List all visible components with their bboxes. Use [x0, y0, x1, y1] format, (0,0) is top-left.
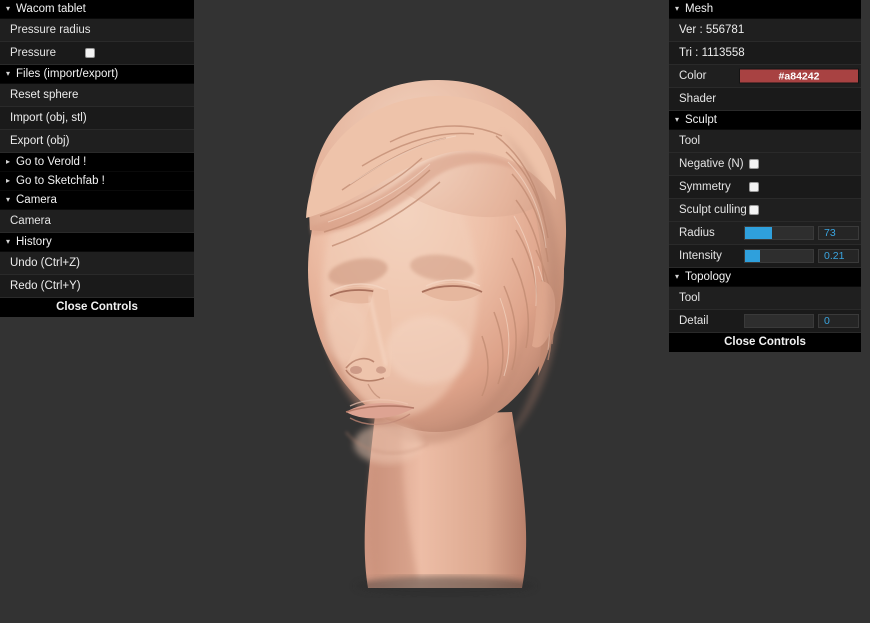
sculpted-head-model[interactable]	[250, 40, 630, 600]
section-header-mesh[interactable]: ▾Mesh	[669, 0, 861, 19]
row-intensity[interactable]: Intensity 0.21	[669, 245, 861, 268]
row-pressure[interactable]: Pressure	[0, 42, 194, 65]
group-camera: CameraPlane	[0, 210, 194, 233]
row-tri-1113558: Tri : 1113558	[669, 42, 861, 65]
row-ver-556781: Ver : 556781	[669, 19, 861, 42]
chevron-right-icon[interactable]: ▸	[6, 153, 15, 171]
section-title-files-import-export: Files (import/export)	[16, 68, 118, 80]
row-tool[interactable]: ToolDrag (8)	[669, 130, 861, 153]
group-wacom-tablet: Pressure radiusPressure	[0, 19, 194, 65]
row-radius[interactable]: Radius 73	[669, 222, 861, 245]
row-camera[interactable]: CameraPlane	[0, 210, 194, 233]
group-files-import-export: Reset sphereImport (obj, stl)Export (obj…	[0, 84, 194, 153]
row-label-import-obj-stl: Import (obj, stl)	[10, 107, 87, 129]
button-redo-ctrl-y[interactable]: Redo (Ctrl+Y)	[0, 275, 194, 298]
right-controls-panel[interactable]: ▾MeshVer : 556781Tri : 1113558Color#a842…	[669, 0, 861, 352]
group-sculpt: ToolDrag (8)	[669, 130, 861, 153]
row-label-symmetry: Symmetry	[679, 176, 731, 198]
row-detail[interactable]: Detail 0	[669, 310, 861, 333]
row-label-shader: Shader	[679, 88, 716, 110]
button-undo-ctrl-z[interactable]: Undo (Ctrl+Z)	[0, 252, 194, 275]
row-label-radius: Radius	[679, 222, 715, 244]
button-import-obj-stl[interactable]: Import (obj, stl)	[0, 107, 194, 130]
chevron-down-icon[interactable]: ▾	[6, 65, 15, 83]
section-header-topology[interactable]: ▾Topology	[669, 268, 861, 287]
section-title-history: History	[16, 236, 52, 248]
row-label-tool: Tool	[679, 130, 700, 152]
row-label-ver-556781: Ver : 556781	[679, 19, 744, 41]
section-header-files-import-export[interactable]: ▾Files (import/export)	[0, 65, 194, 84]
chevron-down-icon[interactable]: ▾	[6, 0, 15, 18]
chevron-down-icon[interactable]: ▾	[6, 233, 15, 251]
close-controls-left-button[interactable]: Close Controls	[0, 298, 194, 317]
color-swatch-color[interactable]: #a84242	[739, 69, 859, 84]
value-detail[interactable]: 0	[818, 314, 859, 328]
section-header-go-to-verold[interactable]: ▸Go to Verold !	[0, 153, 194, 172]
row-label-sculpt-culling: Sculpt culling	[679, 199, 747, 221]
section-header-sculpt[interactable]: ▾Sculpt	[669, 111, 861, 130]
section-header-camera[interactable]: ▾Camera	[0, 191, 194, 210]
group-mesh: Ver : 556781Tri : 1113558	[669, 19, 861, 65]
checkbox-sculpt-culling[interactable]	[749, 205, 759, 215]
group-history: Undo (Ctrl+Z)Redo (Ctrl+Y)	[0, 252, 194, 298]
section-header-wacom-tablet[interactable]: ▾Wacom tablet	[0, 0, 194, 19]
slider-fill-radius	[745, 227, 772, 239]
row-label-pressure-radius: Pressure radius	[10, 19, 91, 41]
slider-detail[interactable]	[744, 314, 814, 328]
row-label-redo-ctrl-y: Redo (Ctrl+Y)	[10, 275, 81, 297]
chevron-down-icon[interactable]: ▾	[675, 0, 684, 18]
row-label-intensity: Intensity	[679, 245, 722, 267]
row-label-export-obj: Export (obj)	[10, 130, 69, 152]
button-reset-sphere[interactable]: Reset sphere	[0, 84, 194, 107]
checkbox-pressure[interactable]	[85, 48, 95, 58]
row-symmetry[interactable]: Symmetry	[669, 176, 861, 199]
row-pressure-radius[interactable]: Pressure radius	[0, 19, 194, 42]
section-title-wacom-tablet: Wacom tablet	[16, 3, 86, 15]
section-title-go-to-sketchfab: Go to Sketchfab !	[16, 175, 105, 187]
row-label-undo-ctrl-z: Undo (Ctrl+Z)	[10, 252, 80, 274]
row-shader[interactable]: ShaderSkin	[669, 88, 861, 111]
checkbox-negative-n[interactable]	[749, 159, 759, 169]
chevron-down-icon[interactable]: ▾	[6, 191, 15, 209]
button-export-obj[interactable]: Export (obj)	[0, 130, 194, 153]
row-label-negative-n: Negative (N)	[679, 153, 744, 175]
group-sculpt: Negative (N)SymmetrySculpt culling	[669, 153, 861, 222]
chevron-right-icon[interactable]: ▸	[6, 172, 15, 190]
slider-fill-intensity	[745, 250, 760, 262]
left-controls-panel[interactable]: ▾Wacom tabletPressure radiusPressure▾Fil…	[0, 0, 194, 317]
slider-radius[interactable]	[744, 226, 814, 240]
row-negative-n[interactable]: Negative (N)	[669, 153, 861, 176]
checkbox-symmetry[interactable]	[749, 182, 759, 192]
slider-intensity[interactable]	[744, 249, 814, 263]
row-label-reset-sphere: Reset sphere	[10, 84, 78, 106]
row-label-color: Color	[679, 65, 706, 87]
section-header-history[interactable]: ▾History	[0, 233, 194, 252]
group-topology: ToolStaticDetail 0	[669, 287, 861, 333]
value-radius[interactable]: 73	[818, 226, 859, 240]
row-label-detail: Detail	[679, 310, 708, 332]
row-label-pressure: Pressure	[10, 42, 56, 64]
row-label-camera: Camera	[10, 210, 51, 232]
section-header-go-to-sketchfab[interactable]: ▸Go to Sketchfab !	[0, 172, 194, 191]
section-title-mesh: Mesh	[685, 3, 713, 15]
section-title-go-to-verold: Go to Verold !	[16, 156, 86, 168]
value-intensity[interactable]: 0.21	[818, 249, 859, 263]
group-sculpt: Radius 73 Intensity 0.21	[669, 222, 861, 268]
row-label-tool: Tool	[679, 287, 700, 309]
section-title-topology: Topology	[685, 271, 731, 283]
chevron-down-icon[interactable]: ▾	[675, 111, 684, 129]
group-mesh: Color #a84242 ShaderSkin	[669, 65, 861, 111]
row-tool[interactable]: ToolStatic	[669, 287, 861, 310]
chevron-down-icon[interactable]: ▾	[675, 268, 684, 286]
row-label-tri-1113558: Tri : 1113558	[679, 42, 745, 64]
close-controls-right-button[interactable]: Close Controls	[669, 333, 861, 352]
section-title-camera: Camera	[16, 194, 57, 206]
row-sculpt-culling[interactable]: Sculpt culling	[669, 199, 861, 222]
section-title-sculpt: Sculpt	[685, 114, 717, 126]
row-color[interactable]: Color #a84242	[669, 65, 861, 88]
